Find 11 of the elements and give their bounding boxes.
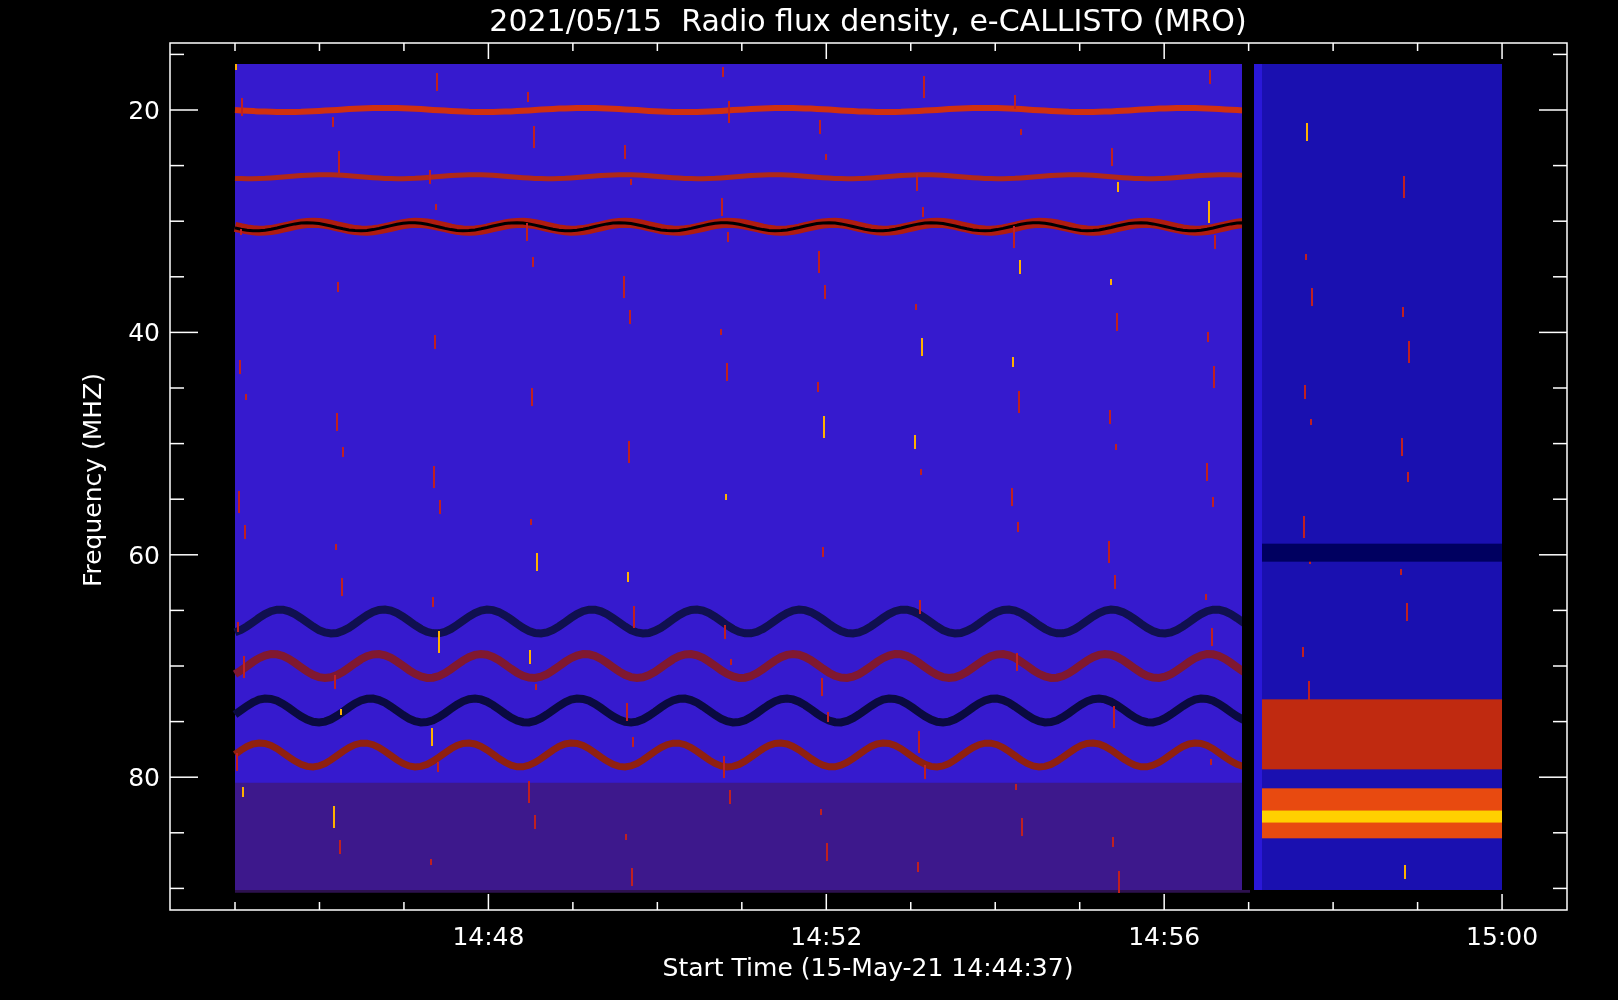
y-tick-label: 40 [128, 318, 160, 348]
x-tick-label: 14:56 [1128, 922, 1201, 951]
y-tick-label: 80 [128, 763, 160, 793]
x-tick-label: 15:00 [1466, 922, 1539, 951]
y-tick-label: 20 [128, 96, 160, 125]
y-tick-label: 60 [128, 540, 160, 570]
x-tick-label: 14:48 [452, 922, 525, 951]
chart-title: 2021/05/15 Radio flux density, e-CALLISTO (MRO) [489, 3, 1247, 38]
x-axis-label: Start Time (15-May-21 14:44:37) [662, 953, 1074, 982]
y-axis-label: Frequency (MHZ) [78, 372, 107, 588]
x-tick-label: 14:52 [790, 922, 863, 951]
